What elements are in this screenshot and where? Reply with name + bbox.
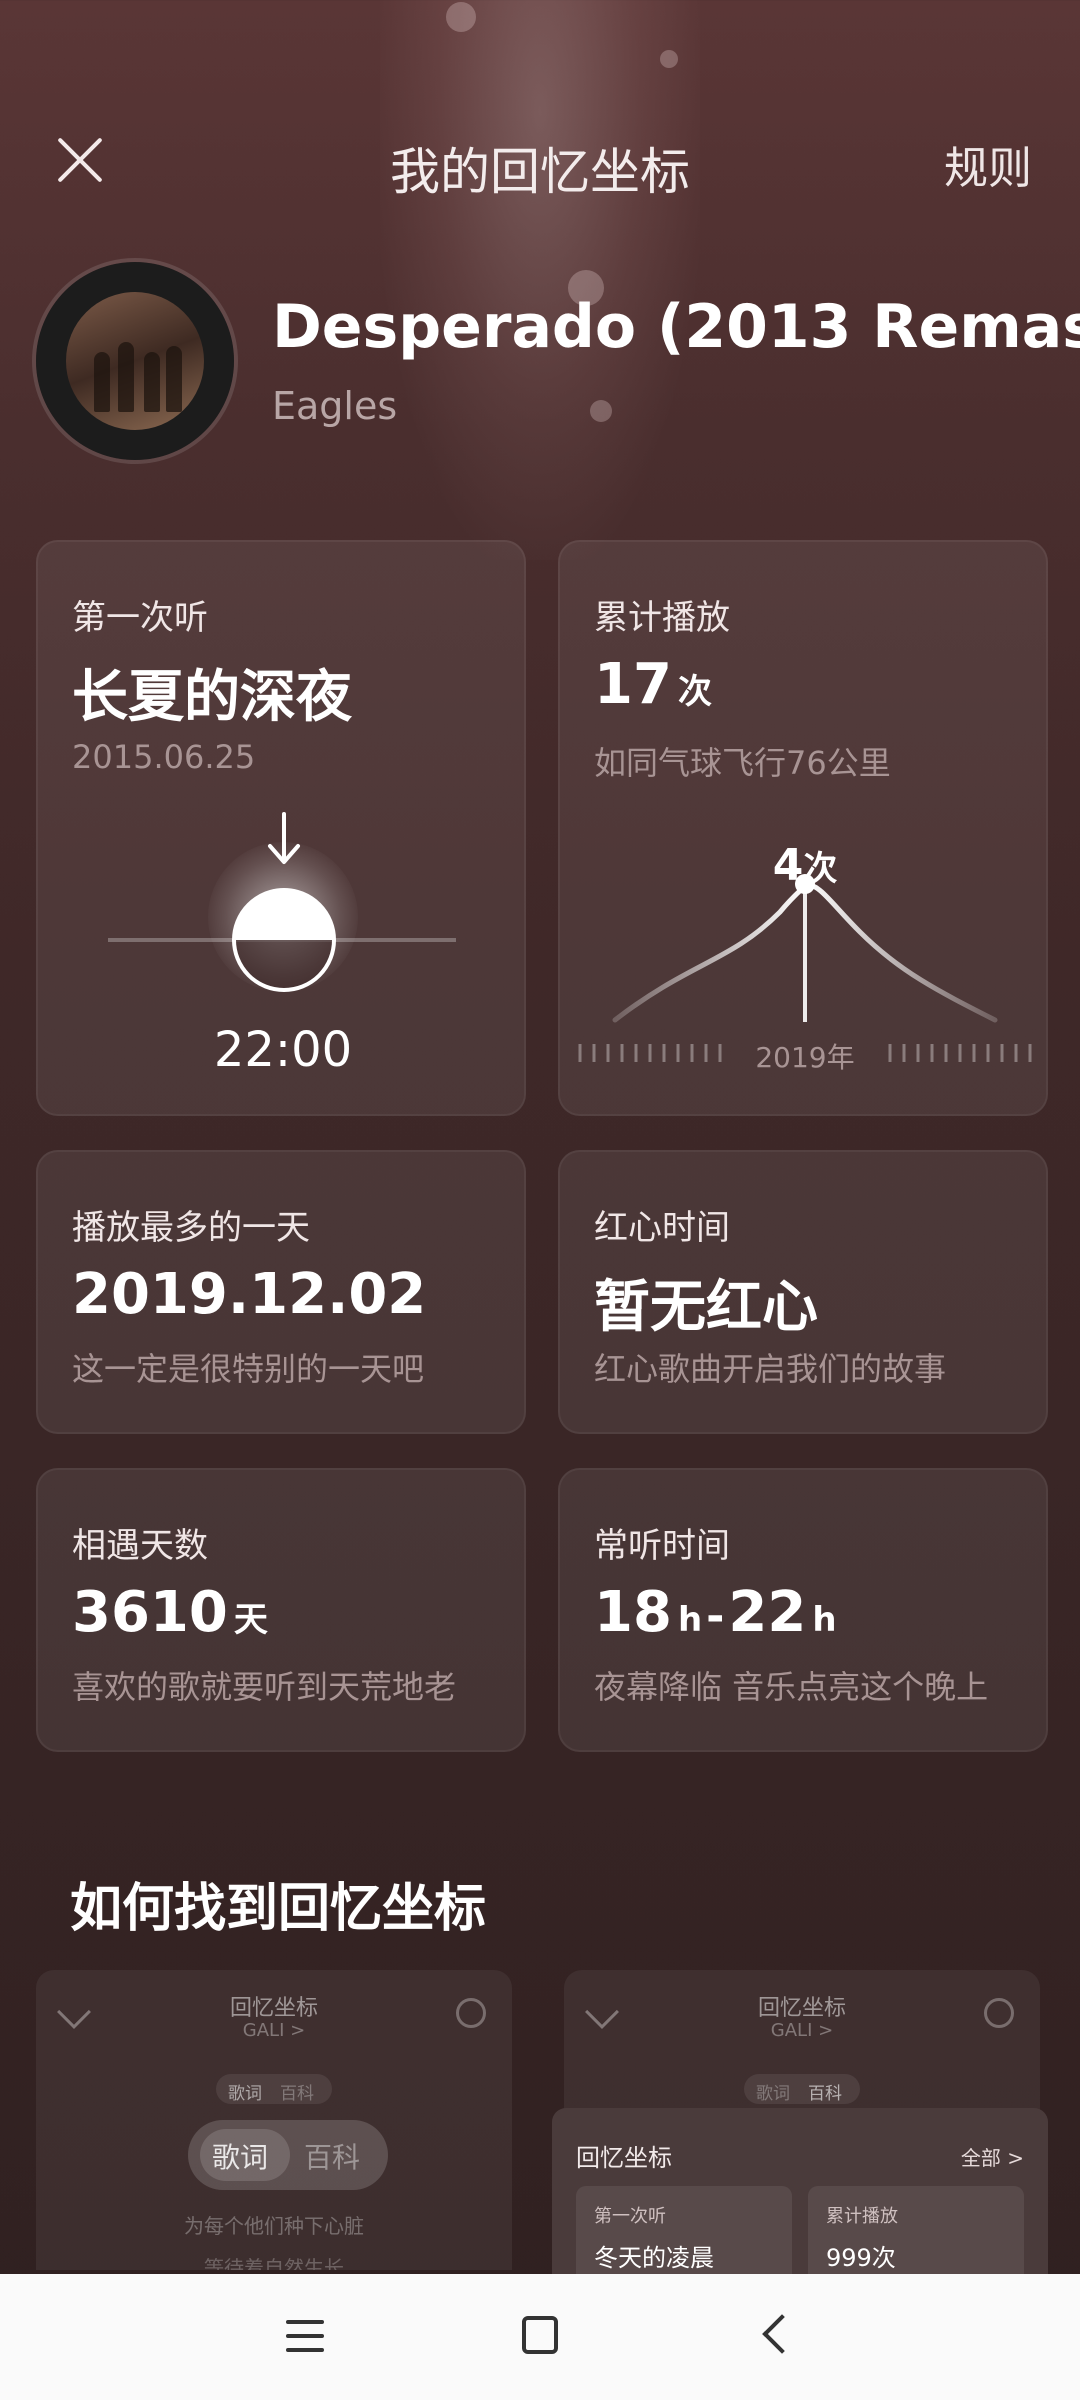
song-title: Desperado (2013 Remaste... (272, 292, 1080, 362)
card-label: 红心时间 (594, 1208, 730, 1248)
preview-memory-panel: 回忆坐标 全部 > 第一次听 冬天的凌晨 累计播放 999次 (552, 2108, 1048, 2286)
bokeh-dot (660, 50, 678, 68)
total-plays-value: 17 次 (594, 652, 712, 717)
first-listen-season: 长夏的深夜 (72, 665, 352, 730)
mini-value: 999次 (826, 2244, 896, 2272)
total-plays-card: 累计播放 17 次 如同气球飞行76公里 4次 2019年 (558, 540, 1048, 1116)
guide-section-title: 如何找到回忆坐标 (70, 1879, 487, 1939)
panel-mini-card: 累计播放 999次 (808, 2186, 1024, 2286)
guide-preview-left: 回忆坐标 GALI > 歌词 百科 歌词 百科 为每个他们种下心脏 等待着自然生… (36, 1970, 512, 2270)
preview-lyric-line: 等待着自然生长 (204, 2256, 344, 2270)
days-met-card: 相遇天数 3610 天 喜欢的歌就要听到天荒地老 (36, 1468, 526, 1752)
most-played-date: 2019.12.02 (72, 1262, 427, 1327)
menu-icon[interactable] (286, 2318, 324, 2354)
preview-title: 回忆坐标 (757, 1996, 846, 2021)
tab-wiki: 百科 (280, 2084, 314, 2104)
panel-title: 回忆坐标 (576, 2144, 672, 2172)
album-art (66, 292, 204, 430)
usual-time-value: 18 h-22 h (594, 1580, 837, 1645)
back-icon[interactable] (762, 2314, 802, 2354)
first-listen-time: 22:00 (213, 1022, 353, 1078)
song-artist[interactable]: Eagles (272, 384, 397, 428)
rules-link[interactable]: 规则 (944, 132, 1032, 196)
days-met-sub: 喜欢的歌就要听到天荒地老 (72, 1668, 457, 1706)
system-nav-bar (0, 2274, 1080, 2400)
tab-lyrics: 歌词 (212, 2141, 269, 2174)
preview-artist: GALI > (770, 2020, 834, 2041)
usual-time-end: 22 (728, 1580, 807, 1645)
most-played-day-card: 播放最多的一天 2019.12.02 这一定是很特别的一天吧 (36, 1150, 526, 1434)
preview-title: 回忆坐标 (229, 1996, 318, 2021)
total-plays-number: 17 (594, 652, 672, 717)
page-title: 我的回忆坐标 (390, 143, 690, 201)
card-label: 常听时间 (594, 1526, 730, 1566)
first-listen-date: 2015.06.25 (72, 738, 256, 776)
mini-label: 累计播放 (826, 2206, 898, 2227)
tab-wiki: 百科 (304, 2141, 361, 2174)
heart-time-sub: 红心歌曲开启我们的故事 (594, 1350, 947, 1388)
song-header: Desperado (2013 Remaste... Eagles (36, 262, 1080, 462)
tab-lyrics: 歌词 (228, 2084, 262, 2104)
heart-time-card: 红心时间 暂无红心 红心歌曲开启我们的故事 (558, 1150, 1048, 1434)
mini-value: 冬天的凌晨 (594, 2244, 714, 2272)
preview-lyric-line: 为每个他们种下心脏 (184, 2214, 364, 2238)
days-met-unit: 天 (233, 1600, 268, 1640)
usual-time-card: 常听时间 18 h-22 h 夜幕降临 音乐点亮这个晚上 (558, 1468, 1048, 1752)
card-label: 累计播放 (594, 598, 730, 638)
total-plays-sub: 如同气球飞行76公里 (594, 744, 891, 782)
preview-tabs-small: 歌词 百科 (216, 2074, 332, 2104)
days-met-value: 3610 天 (72, 1580, 268, 1645)
mini-label: 第一次听 (594, 2206, 666, 2227)
half-sun-icon (232, 888, 336, 992)
usual-time-start: 18 (594, 1580, 672, 1645)
most-played-sub: 这一定是很特别的一天吧 (72, 1350, 425, 1388)
top-bar: 我的回忆坐标 规则 (0, 110, 1080, 210)
usual-time-unit: h (812, 1600, 837, 1640)
bokeh-dot (446, 2, 476, 32)
preview-tabs-small: 歌词 百科 (744, 2074, 860, 2104)
heart-time-value: 暂无红心 (594, 1275, 818, 1340)
home-icon[interactable] (522, 2316, 558, 2354)
first-listen-card: 第一次听 长夏的深夜 2015.06.25 22:00 (36, 540, 526, 1116)
tab-wiki: 百科 (808, 2084, 842, 2104)
peak-year: 2019年 (755, 1041, 855, 1074)
days-met-number: 3610 (72, 1580, 228, 1645)
tab-lyrics: 歌词 (756, 2084, 790, 2104)
card-label: 第一次听 (72, 598, 208, 638)
album-cover[interactable] (36, 262, 234, 460)
usual-time-unit: h (677, 1600, 703, 1640)
panel-all-link: 全部 > (960, 2146, 1024, 2170)
preview-tabs-zoomed: 歌词 百科 (188, 2120, 388, 2190)
panel-mini-card: 第一次听 冬天的凌晨 (576, 2186, 792, 2286)
card-label: 相遇天数 (72, 1526, 208, 1566)
total-plays-unit: 次 (677, 672, 712, 712)
preview-artist: GALI > (242, 2020, 306, 2041)
usual-time-sub: 夜幕降临 音乐点亮这个晚上 (594, 1668, 989, 1706)
card-label: 播放最多的一天 (72, 1208, 310, 1248)
